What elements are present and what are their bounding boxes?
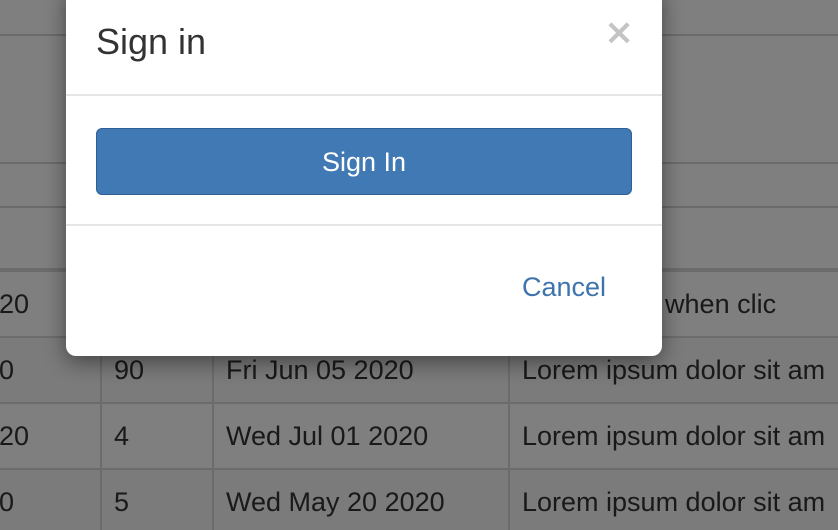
modal-header: Sign in × xyxy=(66,0,662,96)
close-icon[interactable]: × xyxy=(604,15,634,51)
modal-body: Sign In xyxy=(66,96,662,226)
modal-title: Sign in xyxy=(96,21,207,62)
sign-in-dialog: Sign in × Sign In Cancel xyxy=(66,0,662,356)
cancel-button[interactable]: Cancel xyxy=(522,272,606,303)
modal-footer: Cancel xyxy=(66,226,662,356)
page: 020 sole when clic 20 90 Fri Jun 05 2020… xyxy=(0,0,838,530)
sign-in-button[interactable]: Sign In xyxy=(96,128,632,195)
